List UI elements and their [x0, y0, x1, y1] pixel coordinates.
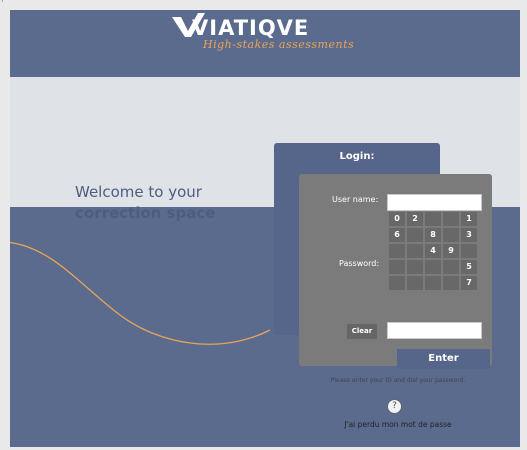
password-hint: Please enter your ID and dial your passw…	[330, 377, 466, 384]
keypad-key[interactable]	[407, 276, 423, 290]
welcome-line-1: Welcome to your	[75, 183, 202, 201]
keypad-key[interactable]	[425, 276, 441, 290]
keypad-key[interactable]: 5	[461, 260, 477, 274]
corner-mark: ⌐	[1, 0, 9, 6]
password-input[interactable]	[387, 322, 482, 339]
keypad-key[interactable]	[461, 244, 477, 258]
enter-button[interactable]: Enter	[397, 349, 490, 369]
keypad-key[interactable]	[443, 212, 459, 226]
keypad-key[interactable]	[407, 260, 423, 274]
keypad-key[interactable]	[443, 228, 459, 242]
keypad-key[interactable]: 0	[389, 212, 405, 226]
keypad-key[interactable]	[389, 244, 405, 258]
keypad-key[interactable]	[407, 228, 423, 242]
keypad-key[interactable]: 4	[425, 244, 441, 258]
keypad-key[interactable]: 3	[461, 228, 477, 242]
keypad-key[interactable]: 6	[389, 228, 405, 242]
welcome-line-2: correction space	[75, 204, 216, 222]
browser-frame: ⌐ VIATIQVE High-stakes assessments Welco…	[0, 0, 527, 450]
login-title: Login:	[339, 151, 375, 162]
clear-button[interactable]: Clear	[347, 324, 377, 339]
keypad-key[interactable]	[443, 260, 459, 274]
login-panel: User name: Password: 02 1 6 8 3 495 7 Clear En…	[299, 174, 492, 369]
keypad-key[interactable]: 9	[443, 244, 459, 258]
keypad-key[interactable]: 2	[407, 212, 423, 226]
page: VIATIQVE High-stakes assessments Welcome…	[10, 10, 520, 447]
username-input[interactable]	[387, 194, 482, 211]
keypad-key[interactable]	[389, 260, 405, 274]
welcome-heading: Welcome to your correction space	[75, 182, 265, 224]
keypad-key[interactable]	[443, 276, 459, 290]
username-label: User name:	[332, 195, 379, 204]
keypad-key[interactable]	[407, 244, 423, 258]
question-circle-icon[interactable]: ?	[387, 399, 402, 414]
keypad-key[interactable]: 1	[461, 212, 477, 226]
keypad-key[interactable]: 7	[461, 276, 477, 290]
forgot-password-link[interactable]: J'ai perdu mon mot de passe	[328, 420, 468, 429]
keypad-key[interactable]: 8	[425, 228, 441, 242]
keypad-key[interactable]	[389, 276, 405, 290]
keypad-key[interactable]	[425, 212, 441, 226]
password-label: Password:	[339, 259, 380, 268]
keypad-key[interactable]	[425, 260, 441, 274]
